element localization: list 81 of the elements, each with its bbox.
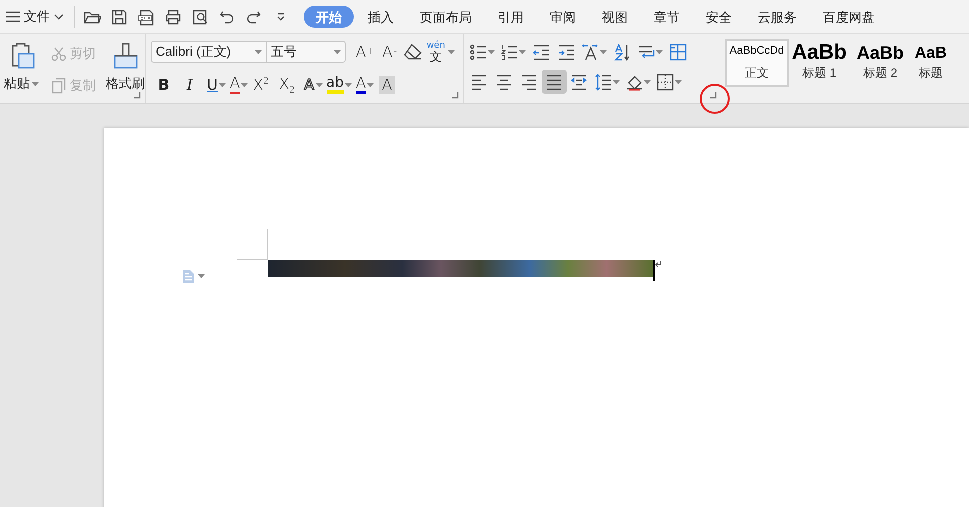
text-direction-icon xyxy=(582,44,599,60)
caret-icon xyxy=(255,50,262,54)
ribbon-tab[interactable]: 百度网盘 xyxy=(811,6,887,28)
ribbon-tab[interactable]: 审阅 xyxy=(538,6,588,28)
underline-button[interactable]: U xyxy=(207,74,226,96)
caret-icon xyxy=(448,50,456,54)
ribbon-tab[interactable]: 插入 xyxy=(356,6,406,28)
caret-icon xyxy=(488,50,495,54)
highlight-button[interactable]: ab xyxy=(326,74,352,96)
justify-button[interactable] xyxy=(542,70,567,94)
dialog-launcher-icon[interactable] xyxy=(452,92,459,99)
script-button[interactable]: X$_{2}$ xyxy=(278,74,296,96)
caret-icon xyxy=(344,82,352,88)
bold-button[interactable]: B xyxy=(155,74,173,96)
caret-icon xyxy=(613,80,620,84)
align-left-icon xyxy=(471,74,488,90)
caret-icon xyxy=(367,82,374,88)
caret-icon xyxy=(644,80,651,84)
table-grid-icon xyxy=(670,44,687,60)
caret-icon xyxy=(519,50,526,54)
file-menu[interactable]: 文件 xyxy=(6,8,68,26)
corner-mark xyxy=(237,229,268,260)
caret-icon xyxy=(316,82,323,88)
text-cursor xyxy=(653,260,655,281)
phonetic-guide-button[interactable]: wén 文 xyxy=(426,41,456,63)
eraser-icon[interactable] xyxy=(402,43,423,61)
distribute-icon xyxy=(571,74,588,90)
ribbon-tab[interactable]: 安全 xyxy=(694,6,744,28)
caret-icon xyxy=(32,82,39,86)
printer-icon[interactable] xyxy=(164,8,182,26)
copy-icon xyxy=(51,78,67,94)
caret-icon xyxy=(600,50,607,54)
italic-button[interactable]: I xyxy=(181,74,199,96)
paintbrush-icon xyxy=(112,42,140,70)
style-preset[interactable]: AaBb 标题 2 xyxy=(850,39,911,87)
borders-icon xyxy=(657,74,674,90)
return-mark-icon xyxy=(655,260,663,269)
grow-font-button[interactable]: A$^{+}$ xyxy=(356,41,375,63)
font-size-dropdown[interactable]: 五号 xyxy=(267,42,345,62)
decrease-indent-icon xyxy=(533,44,550,60)
increase-indent-icon xyxy=(558,44,575,60)
numbered-list-icon xyxy=(501,44,518,60)
ribbon-tab[interactable]: 视图 xyxy=(590,6,640,28)
font-name-dropdown[interactable]: Calibri (正文) xyxy=(152,42,267,62)
caret-icon xyxy=(656,50,663,54)
save-icon[interactable] xyxy=(110,8,128,26)
style-preset[interactable]: AaB 标题 xyxy=(911,39,952,87)
strikethrough-button[interactable]: A xyxy=(230,74,248,96)
sort-icon xyxy=(614,44,631,60)
chevron-down-icon xyxy=(54,14,64,20)
caret-icon xyxy=(241,82,248,88)
caret-icon xyxy=(198,274,205,278)
dialog-launcher-icon[interactable] xyxy=(710,92,717,99)
pdf-icon[interactable] xyxy=(137,8,155,26)
ribbon-tab[interactable]: 云服务 xyxy=(746,6,809,28)
align-center-icon xyxy=(496,74,513,90)
shrink-font-button[interactable]: A$^{-}$ xyxy=(380,41,399,63)
format-painter-button[interactable]: 格式刷 xyxy=(104,40,147,103)
paragraph-icon xyxy=(182,268,195,284)
scissors-icon xyxy=(51,46,67,62)
align-right-icon xyxy=(521,74,538,90)
text-effect-button[interactable]: A xyxy=(304,74,323,96)
paint-bucket-icon xyxy=(626,74,643,90)
caret-icon xyxy=(218,82,226,88)
ribbon-tab[interactable]: 章节 xyxy=(642,6,692,28)
ribbon-tab[interactable]: 引用 xyxy=(486,6,536,28)
justify-icon xyxy=(546,74,563,90)
bulleted-list-icon xyxy=(470,44,487,60)
character-shading-button[interactable]: A xyxy=(378,74,396,96)
print-preview-icon[interactable] xyxy=(191,8,209,26)
menu-icon xyxy=(6,10,20,22)
style-preset[interactable]: AaBb 标题 1 xyxy=(789,39,850,87)
dialog-launcher-icon[interactable] xyxy=(134,92,141,99)
style-preset[interactable]: AaBbCcDd 正文 xyxy=(725,39,789,87)
script-button[interactable]: X$^{2}$ xyxy=(252,74,270,96)
line-spacing-icon xyxy=(595,74,612,90)
caret-icon xyxy=(675,80,682,84)
font-color-button[interactable]: A xyxy=(356,74,374,96)
ribbon-tab[interactable]: 页面布局 xyxy=(408,6,484,28)
caret-icon xyxy=(334,50,341,54)
paste-button[interactable]: 粘贴 xyxy=(2,40,41,103)
